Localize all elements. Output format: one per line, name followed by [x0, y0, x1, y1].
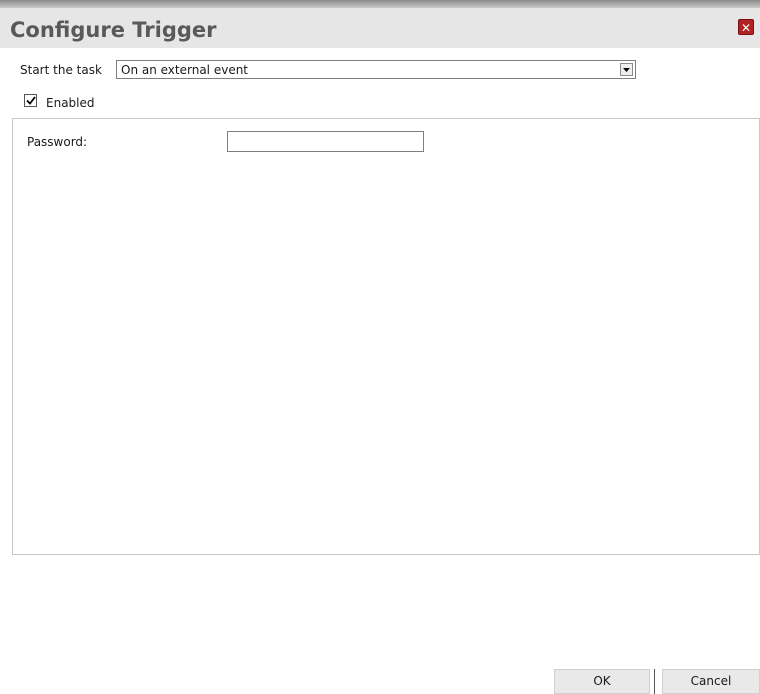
window-top-strip [0, 0, 760, 8]
start-task-selected-value: On an external event [121, 63, 249, 77]
dropdown-arrow-icon[interactable] [620, 63, 633, 76]
enabled-checkbox[interactable] [24, 94, 37, 107]
ok-button[interactable]: OK [554, 669, 650, 694]
trigger-settings-panel [12, 118, 760, 555]
button-divider [654, 669, 655, 694]
start-task-select[interactable]: On an external event [116, 60, 636, 79]
checkmark-icon [25, 96, 36, 105]
password-input[interactable] [227, 131, 424, 152]
password-label: Password: [27, 135, 88, 149]
cancel-button[interactable]: Cancel [662, 669, 760, 694]
dialog-header: Configure Trigger ✕ [0, 8, 760, 48]
start-task-label: Start the task [20, 63, 102, 77]
dialog-title: Configure Trigger [10, 18, 217, 42]
enabled-label: Enabled [46, 96, 95, 110]
close-icon[interactable]: ✕ [738, 19, 754, 35]
